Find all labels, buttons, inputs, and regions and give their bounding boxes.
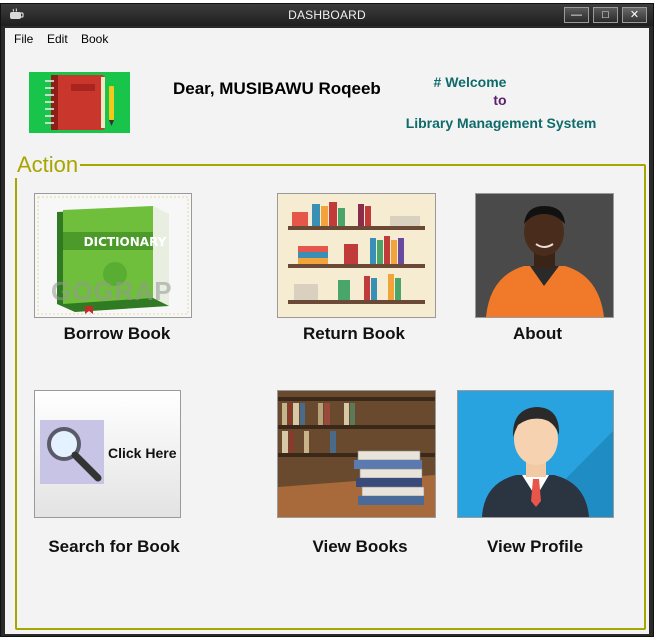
view-profile-button[interactable]: [457, 390, 614, 518]
system-name-text: Library Management System: [405, 115, 597, 131]
menu-file[interactable]: File: [14, 32, 33, 46]
view-books-caption[interactable]: View Books: [285, 537, 435, 557]
return-book-button[interactable]: [277, 193, 436, 318]
title-bar[interactable]: DASHBOARD — □ ✕: [1, 4, 653, 26]
view-books-button[interactable]: [277, 390, 436, 518]
menu-bar: File Edit Book: [5, 28, 649, 50]
borrow-book-caption[interactable]: Borrow Book: [34, 324, 200, 344]
close-button[interactable]: ✕: [622, 7, 647, 23]
watermark-text: GOGRAP: [51, 276, 173, 306]
person-photo: [476, 194, 613, 317]
borrow-book-button[interactable]: DICTIONARY GOGRAP: [34, 193, 192, 318]
window-title: DASHBOARD: [288, 8, 366, 22]
menu-edit[interactable]: Edit: [47, 32, 68, 46]
welcome-text: # Welcome: [433, 74, 507, 90]
greeting-text: Dear, MUSIBAWU Roqeeb: [173, 79, 381, 98]
action-legend: Action: [15, 152, 81, 178]
about-button[interactable]: [475, 193, 614, 318]
search-book-button[interactable]: Click Here: [34, 390, 181, 518]
menu-book[interactable]: Book: [81, 32, 108, 46]
minimize-button[interactable]: —: [564, 7, 589, 23]
book-stack-library-image: [278, 391, 435, 517]
dashboard-window: DASHBOARD — □ ✕ File Edit Book Dear, MUS…: [0, 3, 654, 637]
maximize-button[interactable]: □: [593, 7, 618, 23]
click-here-label: Click Here: [108, 445, 177, 461]
bookshelves-image: [278, 194, 435, 317]
magnifier-icon: [40, 420, 104, 484]
return-book-caption[interactable]: Return Book: [271, 324, 437, 344]
view-profile-caption[interactable]: View Profile: [460, 537, 610, 557]
search-book-caption[interactable]: Search for Book: [29, 537, 199, 557]
dictionary-label: DICTIONARY: [83, 235, 167, 249]
about-caption[interactable]: About: [460, 324, 615, 344]
dashboard-content: File Edit Book Dear, MUSIBAWU Roqeeb # W…: [5, 28, 649, 634]
user-avatar-icon: [458, 391, 613, 517]
notebook-logo-icon: [29, 72, 130, 133]
welcome-to-text: to: [493, 92, 507, 108]
